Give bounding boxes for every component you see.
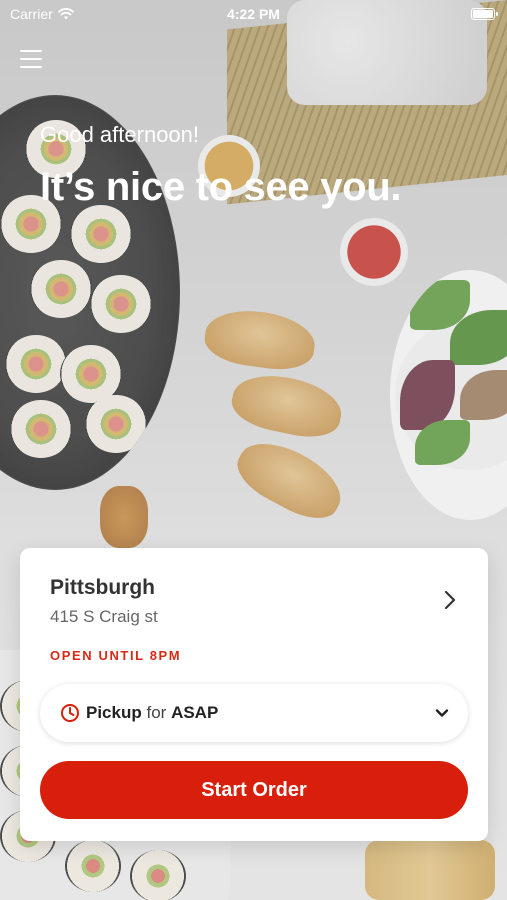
start-order-button[interactable]: Start Order (40, 761, 468, 819)
order-mode-selector[interactable]: Pickup for ASAP (40, 684, 468, 742)
chevron-right-icon[interactable] (440, 590, 460, 610)
chevron-down-icon (435, 709, 449, 717)
battery-icon (471, 8, 498, 20)
hamburger-icon[interactable] (20, 50, 42, 68)
order-connector: for (146, 703, 167, 722)
location-address: 415 S Craig st (50, 607, 158, 626)
greeting-title: It’s nice to see you. (40, 165, 402, 209)
hours-status: OPEN UNTIL 8PM (50, 648, 182, 663)
order-type: Pickup (86, 703, 142, 722)
home-screen: Carrier 4:22 PM Good afternoon! It’s nic… (0, 0, 507, 900)
location-card: Pittsburgh 415 S Craig st OPEN UNTIL 8PM… (20, 548, 488, 841)
location-name[interactable]: Pittsburgh (50, 576, 155, 600)
status-bar: Carrier 4:22 PM (0, 0, 507, 28)
clock-icon (61, 704, 79, 722)
status-time: 4:22 PM (227, 6, 280, 22)
greeting-subtitle: Good afternoon! (40, 122, 200, 147)
order-time: ASAP (171, 703, 219, 722)
